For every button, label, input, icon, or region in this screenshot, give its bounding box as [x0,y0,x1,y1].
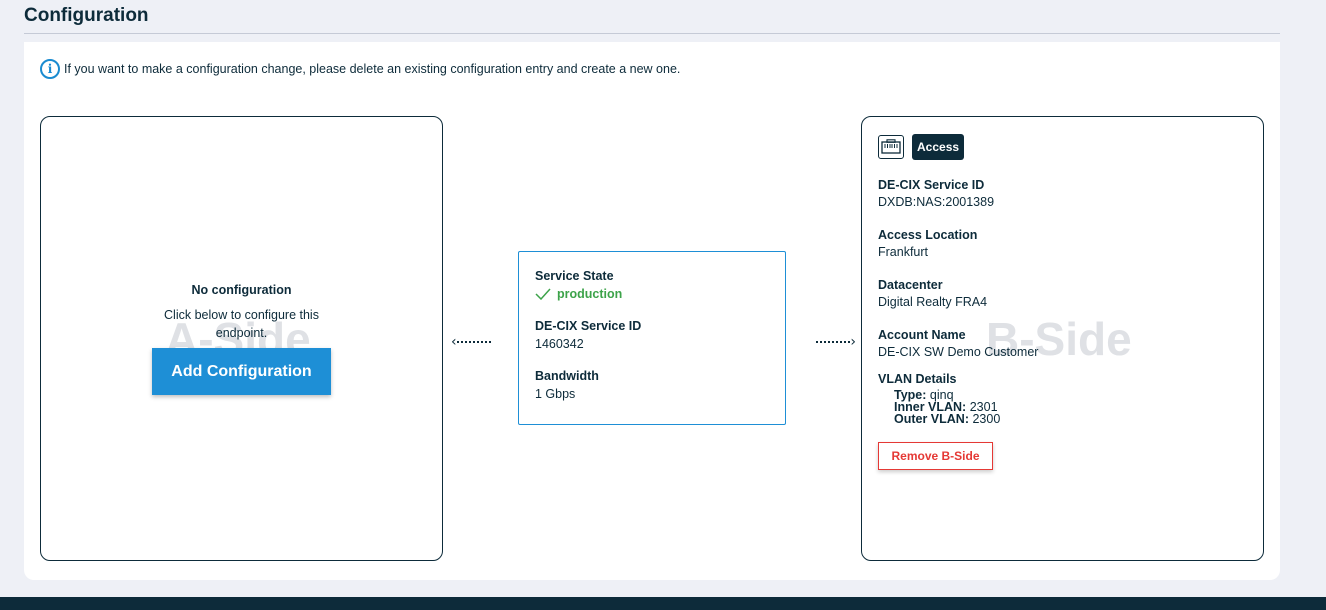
access-location-label: Access Location [878,228,978,242]
b-side-header: Access [878,134,1248,160]
service-state-text: production [557,287,623,301]
account-name-field: Account Name DE-CIX SW Demo Customer [878,328,1248,359]
service-state-label: Service State [535,269,614,283]
configuration-panel: i If you want to make a configuration ch… [24,42,1280,580]
vlan-details-label: VLAN Details [878,372,957,386]
account-name-value: DE-CIX SW Demo Customer [878,345,1039,359]
service-id-value: 1460342 [535,337,584,351]
bandwidth-field: Bandwidth 1 Gbps [535,369,769,401]
vlan-outer-value: 2300 [972,412,1001,426]
b-side-card: B-Side Access DE-CIX Service ID DXDB:NAS… [861,116,1264,561]
account-name-label: Account Name [878,328,966,342]
b-service-id-field: DE-CIX Service ID DXDB:NAS:2001389 [878,178,1248,209]
b-side-content: Access DE-CIX Service ID DXDB:NAS:200138… [878,134,1248,470]
access-badge: Access [912,134,965,160]
datacenter-value: Digital Realty FRA4 [878,295,988,309]
a-side-empty-state: No configuration Click below to configur… [41,283,442,342]
check-icon [535,288,551,300]
no-config-description: Click below to configure this endpoint. [164,308,319,340]
vlan-details-list: Type: qinq Inner VLAN: 2301 Outer VLAN: … [878,389,1248,426]
info-icon: i [40,59,60,79]
access-location-field: Access Location Frankfurt [878,228,1248,259]
service-state-value: production [535,287,769,301]
service-card: Service State production DE-CIX Service … [518,251,786,425]
add-configuration-button[interactable]: Add Configuration [152,348,331,395]
info-notice: i If you want to make a configuration ch… [40,59,680,79]
access-location-value: Frankfurt [878,245,929,259]
page-title: Configuration [24,5,149,26]
footer-bar [0,597,1326,610]
bandwidth-label: Bandwidth [535,369,599,383]
service-state-field: Service State production [535,269,769,301]
no-config-title: No configuration [191,283,292,297]
vlan-outer-row: Outer VLAN: 2300 [894,412,1248,426]
chevron-right-icon: › [850,334,856,350]
dotted-line [816,341,851,343]
connection-arrow-left: ‹ [451,335,491,349]
a-side-card: A-Side No configuration Click below to c… [40,116,443,561]
connection-arrow-right: › [816,335,856,349]
vlan-outer-label: Outer VLAN: [894,412,969,426]
bandwidth-value: 1 Gbps [535,387,576,401]
dotted-line [456,341,491,343]
datacenter-field: Datacenter Digital Realty FRA4 [878,278,1248,309]
b-service-id-value: DXDB:NAS:2001389 [878,195,995,209]
vlan-details-field: VLAN Details Type: qinq Inner VLAN: 2301… [878,372,1248,425]
info-text: If you want to make a configuration chan… [64,62,681,76]
service-id-field: DE-CIX Service ID 1460342 [535,319,769,351]
service-id-label: DE-CIX Service ID [535,319,642,333]
datacenter-label: Datacenter [878,278,943,292]
remove-b-side-button[interactable]: Remove B-Side [878,442,993,470]
ethernet-port-icon [878,135,904,159]
title-divider [24,33,1280,34]
b-service-id-label: DE-CIX Service ID [878,178,985,192]
